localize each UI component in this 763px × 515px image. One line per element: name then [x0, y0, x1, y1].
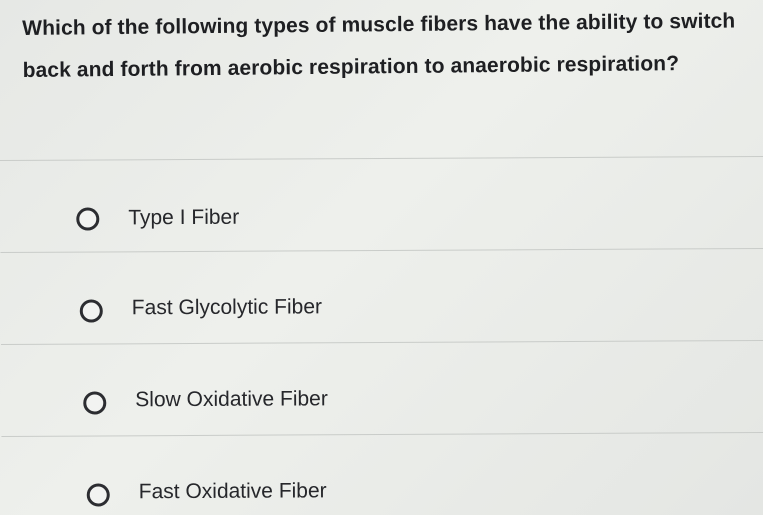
option-label[interactable]: Fast Oxidative Fiber — [139, 478, 327, 505]
option-label[interactable]: Fast Glycolytic Fiber — [132, 294, 322, 321]
radio-button[interactable] — [76, 207, 100, 231]
option-fast-oxidative-fiber[interactable]: Fast Oxidative Fiber — [1, 433, 763, 515]
option-label[interactable]: Type I Fiber — [128, 205, 239, 232]
option-label[interactable]: Slow Oxidative Fiber — [135, 386, 328, 413]
question-text: Which of the following types of muscle f… — [22, 9, 736, 82]
option-type-i-fiber[interactable]: Type I Fiber — [0, 157, 763, 252]
radio-button[interactable] — [83, 391, 107, 415]
answer-options: Type I Fiber Fast Glycolytic Fiber Slow … — [0, 156, 763, 515]
radio-button[interactable] — [86, 483, 110, 507]
option-fast-glycolytic-fiber[interactable]: Fast Glycolytic Fiber — [0, 249, 763, 344]
option-slow-oxidative-fiber[interactable]: Slow Oxidative Fiber — [1, 341, 763, 436]
radio-button[interactable] — [79, 299, 103, 323]
quiz-screen: Which of the following types of muscle f… — [0, 0, 763, 515]
